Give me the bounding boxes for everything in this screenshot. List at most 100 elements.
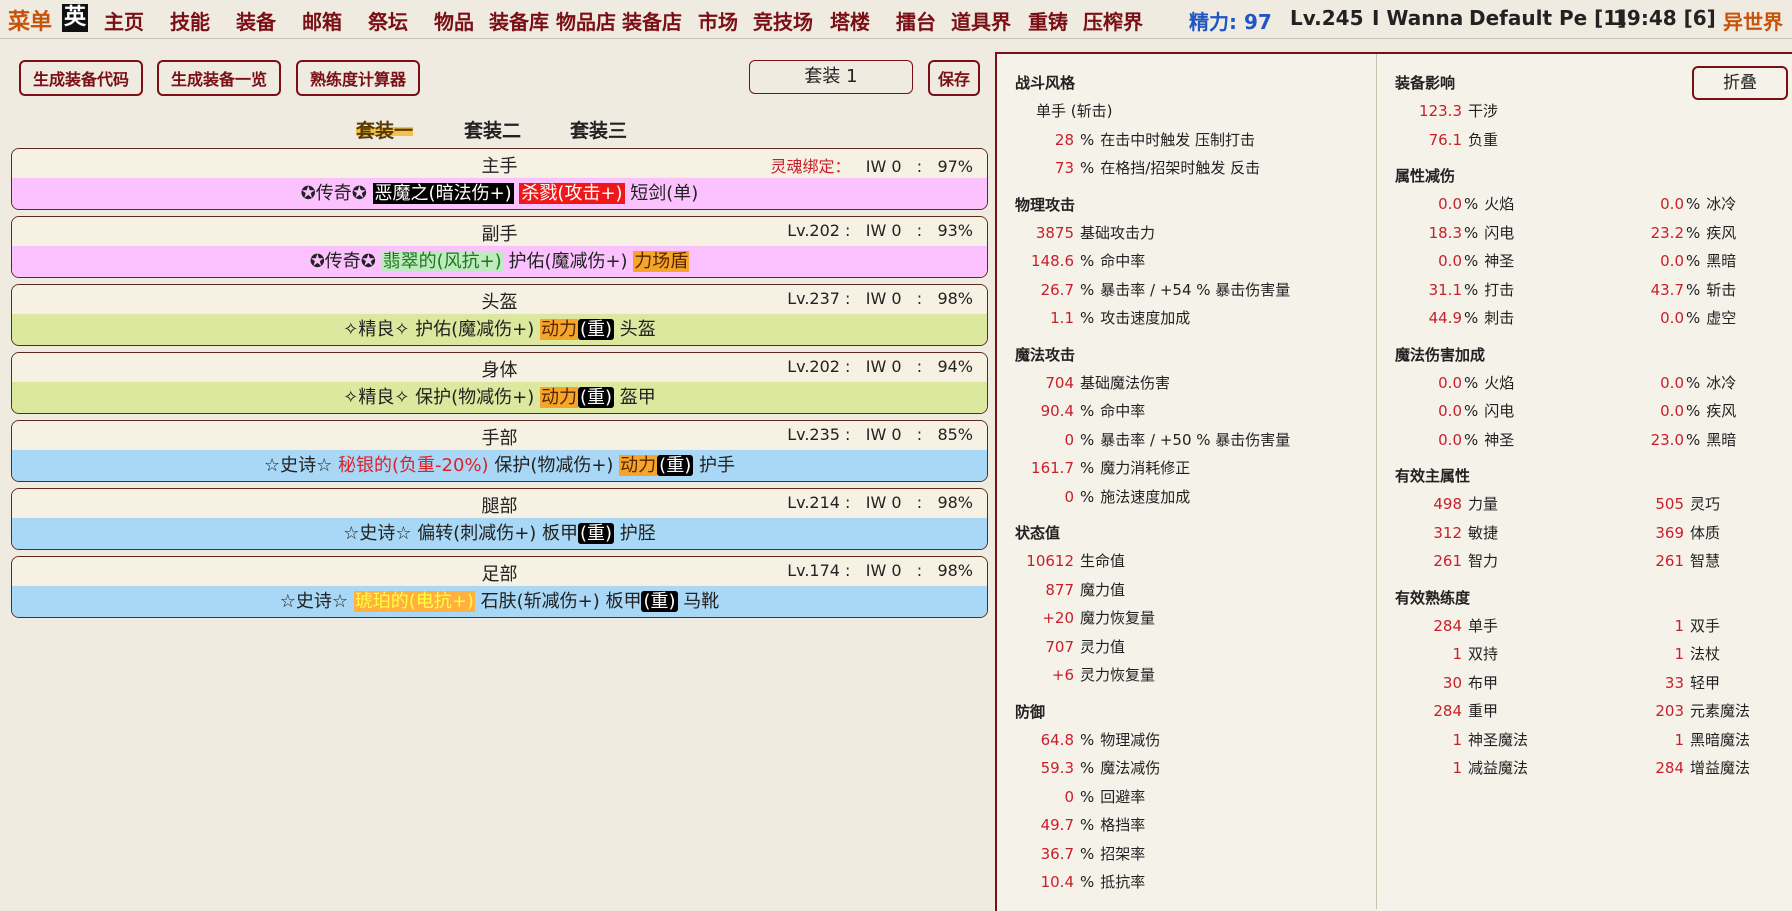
stat-value: 1 [1452,645,1462,663]
nav-home[interactable]: 主页 [104,6,144,35]
stat-label: 灵力恢复量 [1080,666,1156,684]
stat-label: 干涉 [1468,102,1499,120]
stat-row: 单手 (斩击) [1030,100,1112,121]
stats-section-title: 物理攻击 [1015,195,1076,214]
stat-row: 36.7% 招架率 [1012,843,1146,864]
stat-label: 物理减伤 [1100,730,1161,749]
stat-value: 44.9 [1428,309,1462,327]
tab-set-1[interactable]: 套装一 [356,116,414,143]
stat-unit: % [1080,430,1095,449]
item-text: 石肤(斩减伤+) 板甲 [474,591,642,612]
slot-item-name[interactable]: ✪传奇✪ 翡翠的(风抗+) 护佑(魔减伤+) 力场盾 [12,246,987,277]
stat-value: 1 [1452,730,1462,749]
clock-display: 19:48 [6] [1613,6,1716,30]
slot-header: 手部 Lv.235 : IW 0 : 85% [12,421,987,449]
proficiency-calculator-button[interactable]: 熟练度计算器 [296,60,420,96]
slot-info: Lv.237 : IW 0 : 98% [787,289,973,308]
persona-selector[interactable]: Default Pe [1] [1469,6,1626,30]
stat-row: 877 魔力值 [1012,579,1125,600]
nav-item-shop[interactable]: 物品店 [556,6,616,35]
slot-item-name[interactable]: ✧精良✧ 护佑(魔减伤+) 动力 (重) 头盔 [12,314,987,345]
stat-label: 攻击速度加成 [1100,309,1191,327]
stat-label: 斩击 [1706,280,1737,299]
collapse-button[interactable]: 折叠 [1692,66,1788,100]
item-affix: (重) [657,455,694,476]
stat-unit: % [1686,309,1701,327]
stat-value: 261 [1655,552,1684,570]
stats-section-title: 有效主属性 [1395,467,1471,485]
nav-squeeze-world[interactable]: 压榨界 [1083,6,1143,35]
equipment-slot[interactable]: 副手 Lv.202 : IW 0 : 93% ✪传奇✪ 翡翠的(风抗+) 护佑(魔减… [11,216,988,278]
stat-row: 64.8% 物理减伤 [1012,729,1161,750]
nav-items[interactable]: 物品 [434,6,474,35]
menu-button[interactable]: 菜单 [8,4,52,36]
stat-row: 1 双手 [1614,615,1720,636]
nav-equip-shop[interactable]: 装备店 [622,6,682,35]
stat-value: 0 [1064,430,1074,449]
nav-market[interactable]: 市场 [698,6,738,35]
item-affix: 杀戮(攻击+) [519,183,625,204]
item-affix: (重) [577,387,615,408]
stat-row: 76.1 负重 [1392,129,1498,150]
stat-row: 90.4% 命中率 [1012,400,1146,421]
equipment-slot[interactable]: 手部 Lv.235 : IW 0 : 85% ☆史诗☆ 秘银的(负重-20%) 保护… [11,420,988,482]
stat-row: 23.2% 疾风 [1614,222,1737,243]
slot-info: 灵魂绑定： IW 0 : 97% [770,157,973,176]
nav-ring[interactable]: 擂台 [896,6,936,35]
slot-item-name[interactable]: ☆史诗☆ 偏转(刺减伤+) 板甲 (重) 护胫 [12,518,987,549]
stat-value: 26.7 [1040,280,1074,299]
stat-label: 智力 [1468,552,1499,570]
language-toggle[interactable]: 英 [62,4,89,32]
slot-item-name[interactable]: ☆史诗☆ 琥珀的(电抗+) 石肤(斩减伤+) 板甲 (重) 马靴 [12,586,987,617]
generate-code-button[interactable]: 生成装备代码 [19,60,143,96]
stat-label: 疾风 [1706,402,1737,420]
slot-item-name[interactable]: ✧精良✧ 保护(物减伤+) 动力 (重) 盔甲 [12,382,987,413]
equipment-slot[interactable]: 腿部 Lv.214 : IW 0 : 98% ☆史诗☆ 偏转(刺减伤+) 板甲 (重)… [11,488,988,550]
slot-item-name[interactable]: ✪传奇✪ 恶魔之(暗法伤+) 杀戮(攻击+) 短剑(单) [12,178,987,209]
nav-arena[interactable]: 竞技场 [753,6,813,35]
tab-set-2[interactable]: 套装二 [464,116,521,143]
stats-section-title: 魔法伤害加成 [1395,345,1486,364]
equipment-slot[interactable]: 头盔 Lv.237 : IW 0 : 98% ✧精良✧ 护佑(魔减伤+) 动力 (重)… [11,284,988,346]
stat-value: 148.6 [1031,252,1074,270]
slot-level: Lv.214 : [787,493,851,512]
nav-reforge[interactable]: 重铸 [1028,6,1068,35]
stat-label: 神圣 [1484,252,1515,270]
stat-value: 0.0 [1660,252,1684,270]
stat-row: 0.0% 神圣 [1392,250,1514,271]
stat-row: 31.1% 打击 [1392,279,1515,300]
stat-label: 刺击 [1484,309,1515,327]
stat-value: 312 [1433,523,1462,542]
stat-unit: % [1080,459,1095,477]
stat-value: 1 [1674,645,1684,663]
nav-skills[interactable]: 技能 [170,6,210,35]
stat-label: 暴击率 / +54 % 暴击伤害量 [1100,280,1291,299]
item-text: 短剑(单) [624,183,699,204]
player-name[interactable]: I Wanna [1372,6,1463,30]
item-text: ☆史诗☆ 偏转(刺减伤+) 板甲 [343,523,579,544]
equipment-slot[interactable]: 主手 灵魂绑定： IW 0 : 97% ✪传奇✪ 恶魔之(暗法伤+) 杀戮(攻击+)… [11,148,988,210]
item-affix: 秘银的(负重-20%) [338,455,489,476]
stats-section-title: 魔法攻击 [1015,345,1076,364]
generate-list-button[interactable]: 生成装备一览 [157,60,281,96]
tab-set-3[interactable]: 套装三 [570,116,627,143]
stat-row: 30 布甲 [1392,672,1498,693]
nav-mailbox[interactable]: 邮箱 [302,6,342,35]
save-button[interactable]: 保存 [928,60,980,96]
nav-item-world[interactable]: 道具界 [951,6,1011,35]
equipment-slot[interactable]: 身体 Lv.202 : IW 0 : 94% ✧精良✧ 保护(物减伤+) 动力 (重)… [11,352,988,414]
stat-label: 黑暗 [1706,430,1737,449]
nav-isekai[interactable]: 异世界 [1723,6,1783,35]
stat-value: 28 [1054,130,1074,149]
stat-value: 49.7 [1040,816,1074,834]
set-name-input[interactable]: 套装 1 [749,60,913,94]
nav-altar[interactable]: 祭坛 [368,6,408,35]
slot-item-name[interactable]: ☆史诗☆ 秘银的(负重-20%) 保护(物减伤+) 动力 (重) 护手 [12,450,987,481]
slot-info: Lv.202 : IW 0 : 93% [787,221,973,240]
stat-label: 黑暗 [1706,252,1737,270]
equipment-slot[interactable]: 足部 Lv.174 : IW 0 : 98% ☆史诗☆ 琥珀的(电抗+) 石肤(斩减… [11,556,988,618]
nav-tower[interactable]: 塔楼 [830,6,870,35]
nav-equipment[interactable]: 装备 [236,6,276,35]
nav-equip-storage[interactable]: 装备库 [489,6,549,35]
stat-row: 261 智慧 [1614,550,1720,571]
